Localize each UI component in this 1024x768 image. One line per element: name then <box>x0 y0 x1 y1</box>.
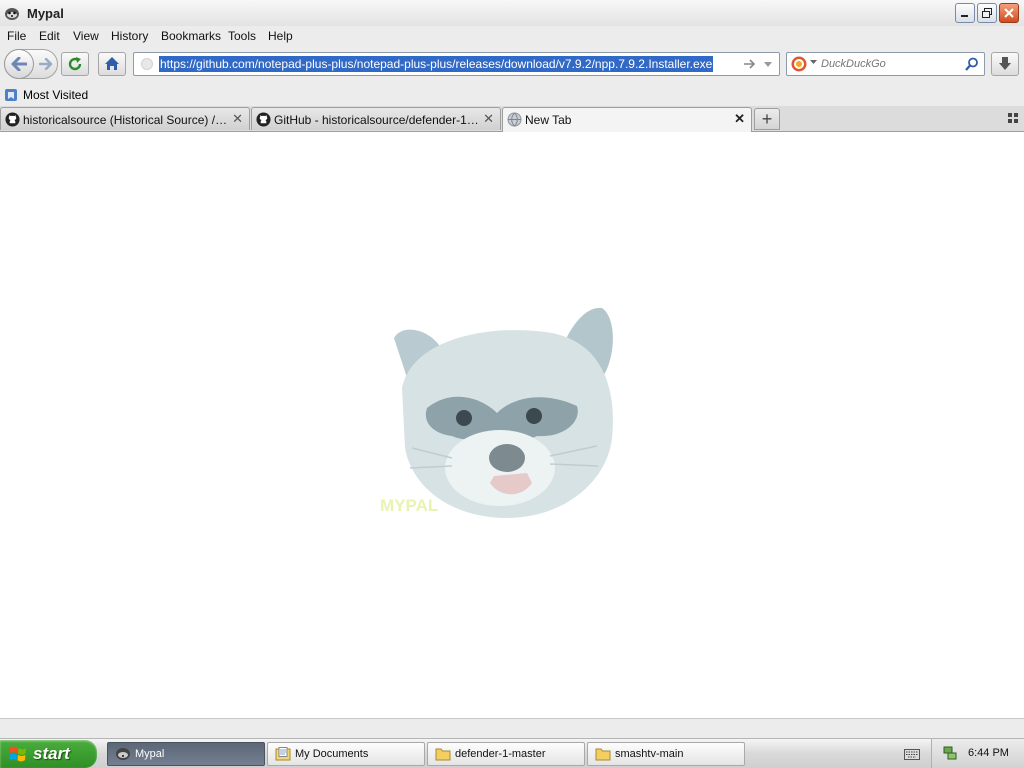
reload-icon <box>68 57 82 71</box>
address-bar[interactable]: https://github.com/notepad-plus-plus/not… <box>133 52 780 76</box>
forward-arrow-icon <box>39 58 53 70</box>
taskbar-item-smashtv-main[interactable]: smashtv-main <box>587 742 745 766</box>
minimize-icon <box>961 15 968 17</box>
home-icon <box>105 57 119 70</box>
back-forward-group <box>4 49 58 79</box>
system-tray: 6:44 PM <box>931 739 1024 768</box>
globe-icon <box>507 112 522 127</box>
most-visited-label: Most Visited <box>23 88 89 102</box>
url-text[interactable]: https://github.com/notepad-plus-plus/not… <box>159 56 714 72</box>
github-icon <box>256 112 271 127</box>
window-title: Mypal <box>27 6 64 21</box>
menu-history[interactable]: History <box>111 29 148 43</box>
taskbar-item-defender-1-master[interactable]: defender-1-master <box>427 742 585 766</box>
documents-icon <box>275 747 291 761</box>
close-window-button[interactable] <box>999 3 1019 23</box>
menu-tools[interactable]: Tools <box>228 29 256 43</box>
home-button[interactable] <box>98 52 126 76</box>
mypal-brand-text: MYPAL <box>380 496 439 515</box>
mypal-raccoon-icon <box>5 8 19 20</box>
download-arrow-icon <box>999 57 1011 70</box>
network-icon[interactable] <box>942 745 958 761</box>
most-visited-bookmark[interactable]: Most Visited <box>4 87 88 103</box>
window-title-bar[interactable]: Mypal <box>0 0 1024 27</box>
back-arrow-icon <box>11 57 27 71</box>
engine-dropdown-icon[interactable] <box>810 60 817 65</box>
menu-bar: File Edit View History Bookmarks Tools H… <box>0 26 1024 46</box>
reload-button[interactable] <box>61 52 89 76</box>
start-button[interactable]: start <box>0 740 97 768</box>
menu-bookmarks[interactable]: Bookmarks <box>161 29 221 43</box>
url-dropdown-icon[interactable] <box>762 57 774 71</box>
menu-edit[interactable]: Edit <box>39 29 60 43</box>
tab-new-tab[interactable]: New Tab ✕ <box>502 107 752 132</box>
start-label: start <box>33 744 70 763</box>
taskbar: start Mypal My Documents defender-1-mast… <box>0 738 1024 768</box>
mypal-icon <box>116 748 130 760</box>
tab-label: historicalsource (Historical Source) / R… <box>23 113 228 127</box>
tab-strip: historicalsource (Historical Source) / R… <box>0 106 1024 132</box>
taskbar-item-my-documents[interactable]: My Documents <box>267 742 425 766</box>
windows-logo-icon <box>9 746 26 762</box>
github-icon <box>5 112 20 127</box>
close-icon <box>1004 8 1014 18</box>
status-bar <box>0 718 1024 739</box>
tab-close-icon[interactable]: ✕ <box>734 111 745 127</box>
search-bar[interactable] <box>786 52 985 76</box>
tab-close-icon[interactable]: ✕ <box>483 111 494 127</box>
menu-file[interactable]: File <box>7 29 26 43</box>
back-button[interactable] <box>4 49 34 79</box>
new-tab-button[interactable]: + <box>754 108 780 130</box>
keyboard-icon[interactable] <box>904 748 920 760</box>
menu-help[interactable]: Help <box>268 29 293 43</box>
menu-view[interactable]: View <box>73 29 99 43</box>
task-label: My Documents <box>295 748 369 760</box>
folder-icon <box>435 748 451 761</box>
task-label: defender-1-master <box>455 748 546 760</box>
bookmarks-toolbar: Most Visited <box>0 84 1024 106</box>
forward-button[interactable] <box>37 56 55 72</box>
bookmark-folder-icon <box>5 89 17 101</box>
mypal-raccoon-logo <box>394 307 613 518</box>
tab-close-icon[interactable]: ✕ <box>232 111 243 127</box>
duckduckgo-icon[interactable] <box>791 56 807 72</box>
search-input[interactable] <box>821 56 961 72</box>
taskbar-item-mypal[interactable]: Mypal <box>107 742 265 766</box>
tab-label: New Tab <box>525 113 572 127</box>
task-label: smashtv-main <box>615 748 684 760</box>
clock[interactable]: 6:44 PM <box>968 747 1009 759</box>
restore-icon <box>982 8 992 18</box>
page-content: MYPAL <box>0 132 1024 718</box>
tab-github-defender[interactable]: GitHub - historicalsource/defender-1: De… <box>251 107 501 130</box>
search-icon[interactable] <box>965 57 979 71</box>
navigation-toolbar: https://github.com/notepad-plus-plus/not… <box>0 46 1024 84</box>
tab-historicalsource-repos[interactable]: historicalsource (Historical Source) / R… <box>0 107 250 130</box>
tab-list-icon[interactable] <box>1007 112 1019 124</box>
folder-icon <box>595 748 611 761</box>
minimize-button[interactable] <box>955 3 975 23</box>
task-label: Mypal <box>135 748 165 760</box>
site-identity-icon[interactable] <box>141 58 153 70</box>
restore-button[interactable] <box>977 3 997 23</box>
downloads-button[interactable] <box>991 52 1019 76</box>
go-arrow-icon[interactable] <box>742 57 756 71</box>
plus-icon: + <box>761 108 773 129</box>
tab-label: GitHub - historicalsource/defender-1: De… <box>274 113 479 127</box>
